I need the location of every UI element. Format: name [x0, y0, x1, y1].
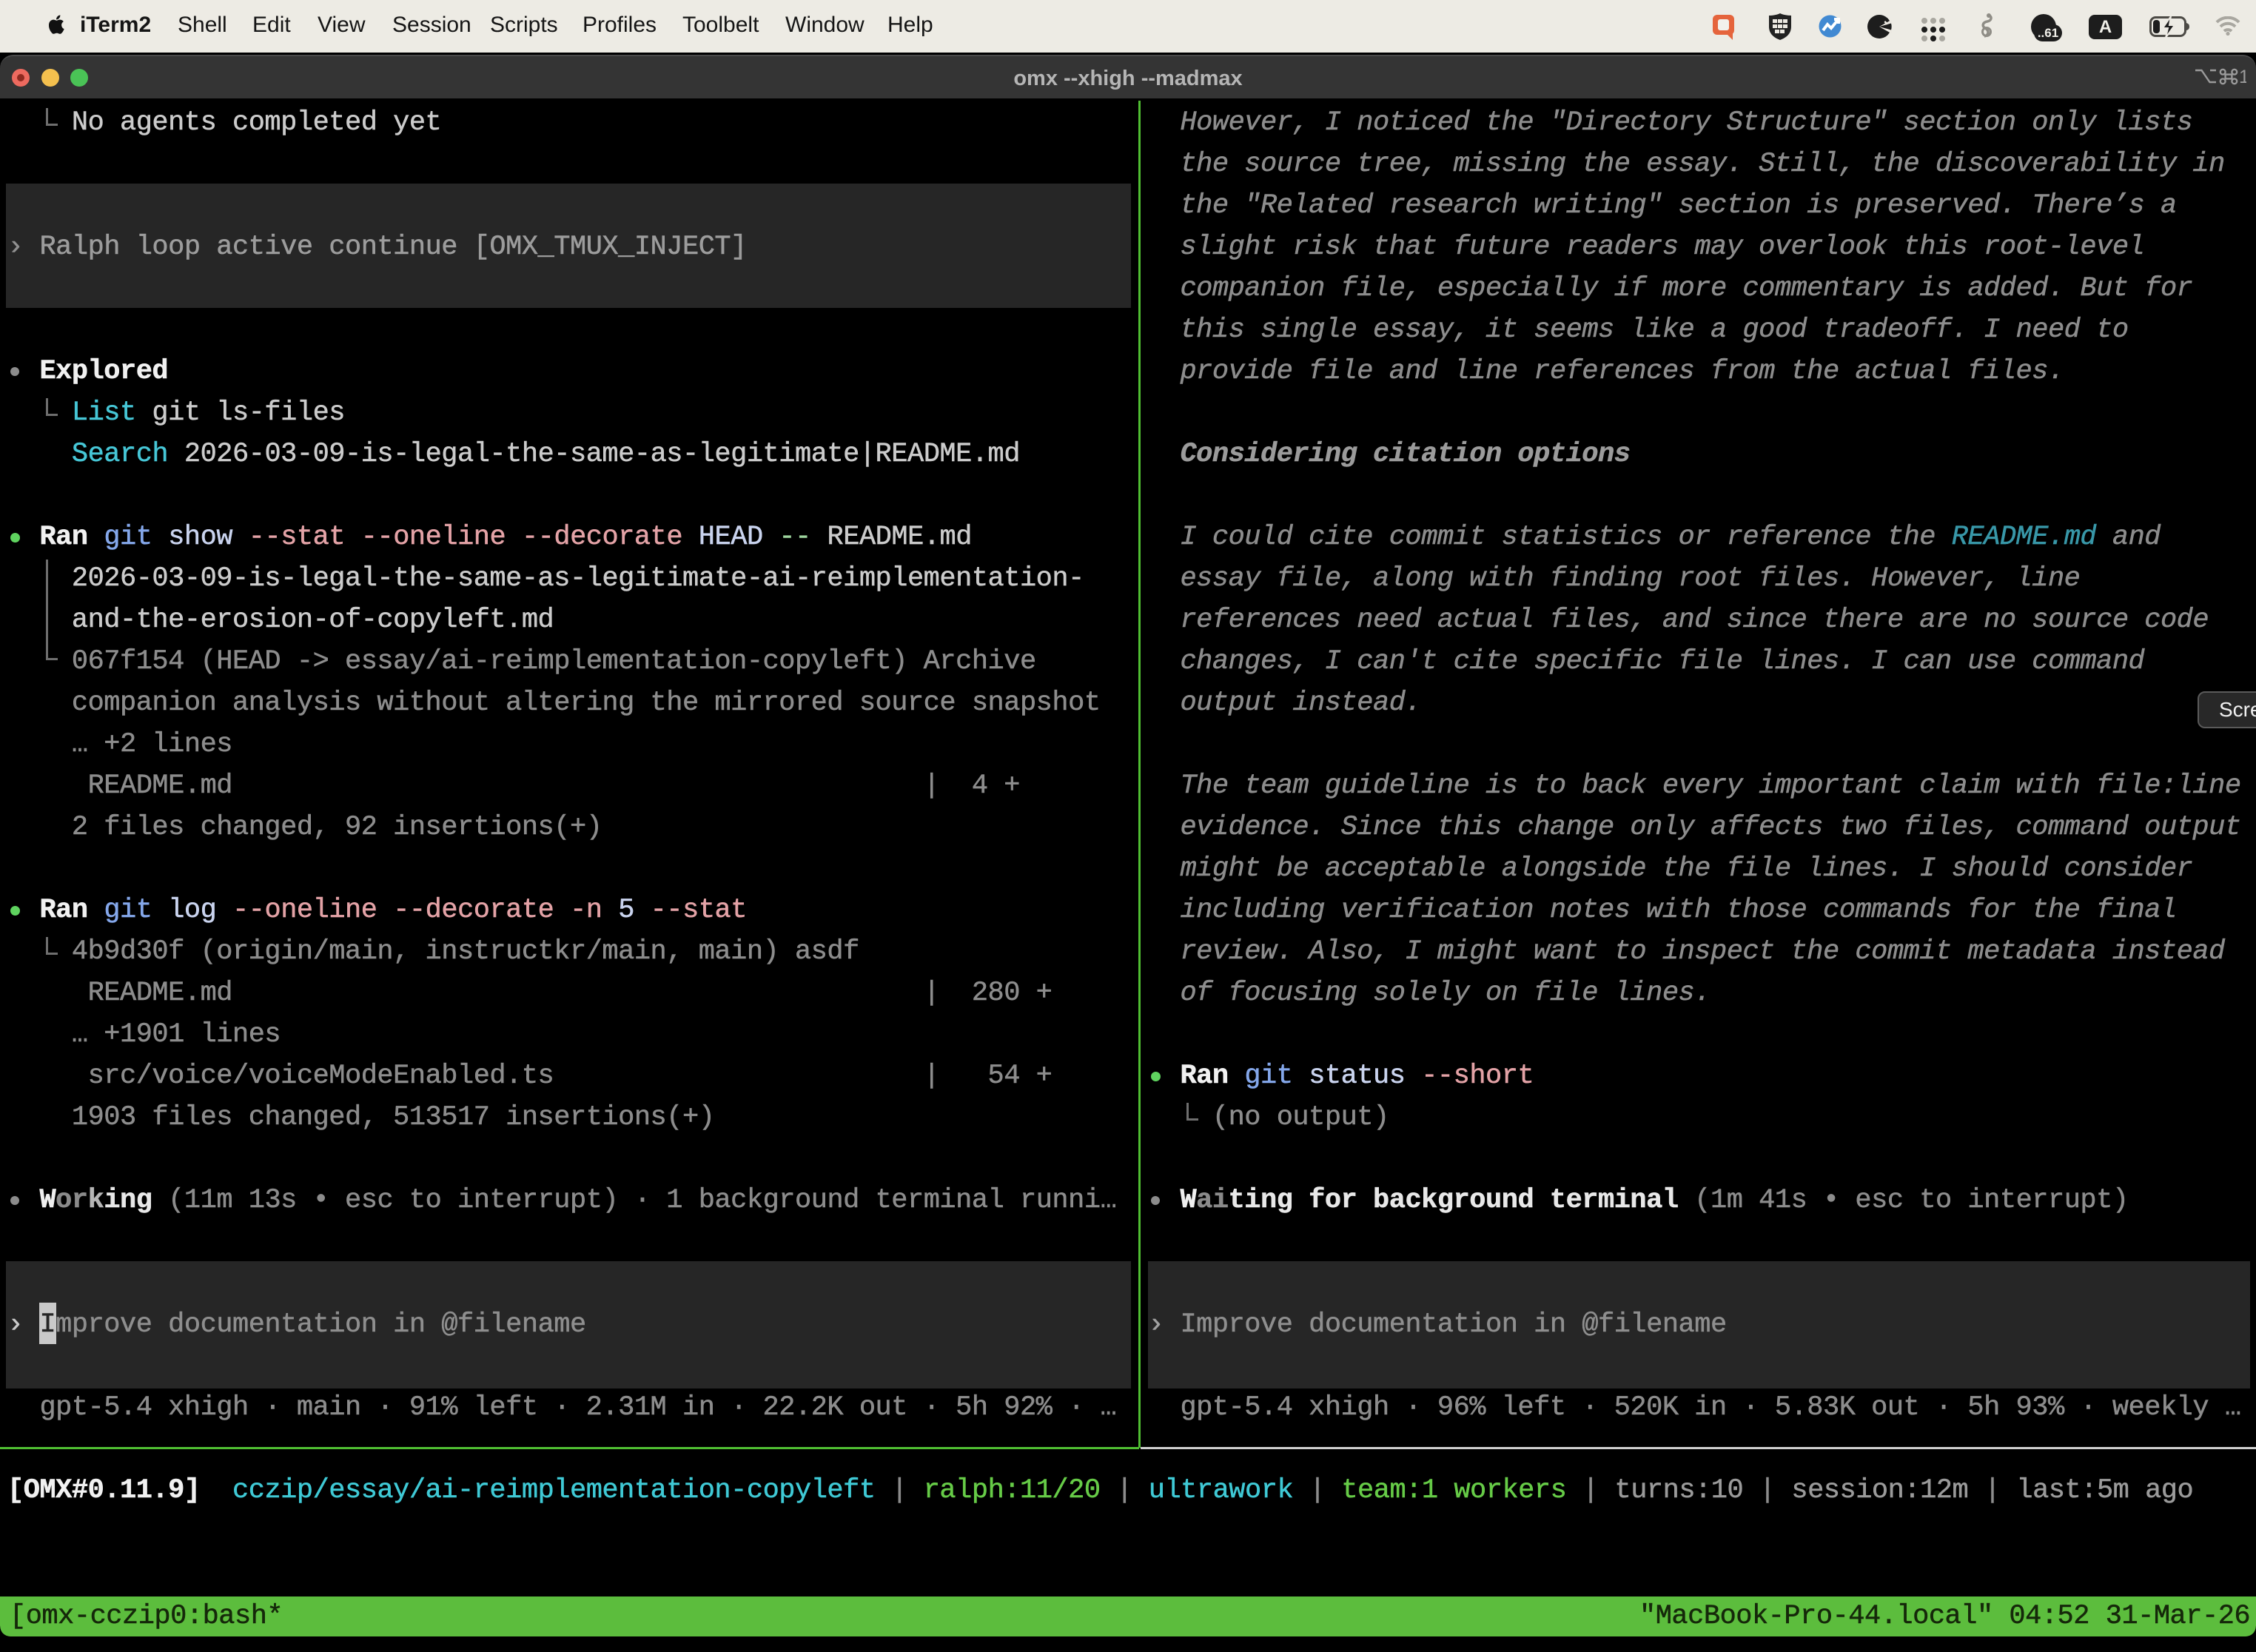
svg-text:1: 1	[2239, 67, 2246, 86]
